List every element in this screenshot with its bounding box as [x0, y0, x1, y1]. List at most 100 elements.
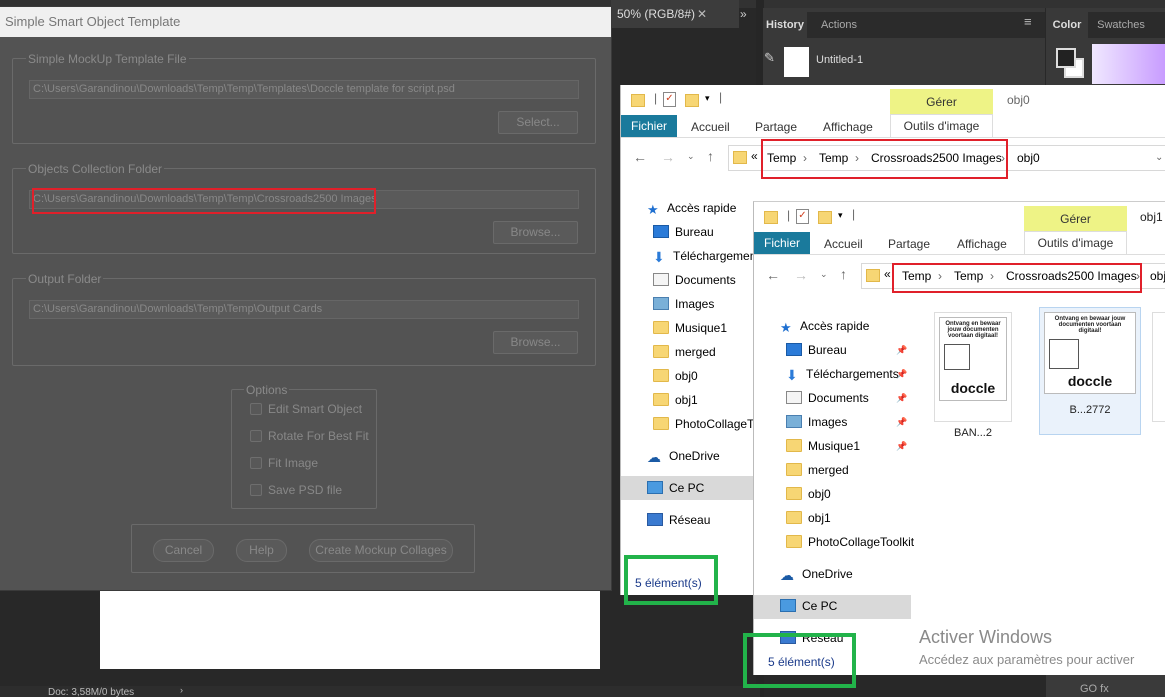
nav-item[interactable]: ☁ OneDrive — [780, 565, 853, 583]
option-edit-smart-object[interactable]: Edit Smart Object — [250, 402, 362, 416]
crumb-obj0[interactable]: obj0 — [1017, 146, 1040, 170]
nav-item[interactable]: ★ Accès rapide — [780, 317, 869, 335]
separator: | — [787, 208, 791, 222]
nav-item[interactable]: merged — [786, 461, 849, 479]
output-path-field[interactable]: C:\Users\Garandinou\Downloads\Temp\Temp\… — [29, 300, 579, 319]
tab-swatches[interactable]: Swatches — [1092, 12, 1150, 38]
separator: | — [654, 91, 658, 105]
nav-item[interactable]: Musique1 — [786, 437, 860, 455]
back-arrow-icon[interactable]: ← — [766, 267, 780, 283]
recent-dropdown-icon[interactable]: ⌄ — [820, 269, 828, 280]
nav-item[interactable]: PhotoCollageToolkit — [786, 533, 914, 551]
chevron-down-icon[interactable]: ⌄ — [1155, 146, 1163, 170]
qat-dropdown-icon[interactable]: ▾ — [705, 93, 710, 104]
forward-arrow-icon[interactable]: → — [794, 267, 808, 283]
collapse-panels-icon[interactable]: » — [740, 0, 756, 28]
new-folder-icon[interactable] — [685, 94, 699, 107]
tab-affichage[interactable]: Affichage — [823, 120, 873, 134]
tab-partage[interactable]: Partage — [755, 120, 797, 134]
back-arrow-icon[interactable]: ← — [633, 149, 647, 165]
tab-actions[interactable]: Actions — [813, 12, 865, 38]
checkbox-icon[interactable] — [250, 457, 262, 469]
document-canvas[interactable] — [100, 589, 600, 669]
cancel-button[interactable]: Cancel — [153, 539, 214, 562]
close-tab-icon[interactable]: ✕ — [697, 0, 707, 28]
nav-item[interactable]: Réseau — [647, 511, 710, 529]
up-arrow-icon[interactable]: ↑ — [707, 148, 714, 164]
nav-item[interactable]: ⬇ Téléchargements — [786, 365, 899, 383]
nav-item[interactable]: obj1 — [653, 391, 698, 409]
nav-item[interactable]: obj1 — [786, 509, 831, 527]
tab-accueil[interactable]: Accueil — [691, 120, 730, 134]
document-tab[interactable]: 50% (RGB/8#) ✕ — [611, 0, 739, 28]
checkbox-icon[interactable] — [250, 403, 262, 415]
nav-item[interactable]: Ce PC — [647, 479, 704, 497]
properties-icon[interactable]: ✓ — [663, 92, 676, 107]
tab-accueil[interactable]: Accueil — [824, 237, 863, 251]
color-spectrum[interactable] — [1092, 44, 1165, 84]
recent-dropdown-icon[interactable]: ⌄ — [687, 151, 695, 162]
document-icon — [786, 391, 802, 404]
output-browse-button[interactable]: Browse... — [493, 331, 578, 354]
pin-icon[interactable]: 📌 — [896, 441, 907, 452]
new-folder-icon[interactable] — [818, 211, 832, 224]
nav-item[interactable]: merged — [653, 343, 716, 361]
checkbox-icon[interactable] — [250, 484, 262, 496]
network-icon — [647, 513, 663, 526]
tab-picture-tools[interactable]: Outils d'image — [890, 114, 993, 137]
foreground-color-swatch[interactable] — [1056, 48, 1076, 68]
file-tab[interactable]: Fichier — [621, 115, 677, 137]
address-prefix[interactable]: « — [751, 144, 758, 168]
thumbnail-item[interactable]: Ontvang en bewaar jouw documenten voorta… — [934, 312, 1012, 439]
nav-item[interactable]: Ce PC — [780, 597, 837, 615]
nav-item-label: Musique1 — [675, 321, 728, 335]
address-prefix[interactable]: « — [884, 262, 891, 286]
nav-item[interactable]: obj0 — [653, 367, 698, 385]
objects-browse-button[interactable]: Browse... — [493, 221, 578, 244]
pin-icon[interactable]: 📌 — [896, 417, 907, 428]
manage-tab[interactable]: Gérer — [1024, 206, 1127, 232]
option-fit-image[interactable]: Fit Image — [250, 456, 318, 470]
manage-tab[interactable]: Gérer — [890, 89, 993, 115]
create-mockup-button[interactable]: Create Mockup Collages — [309, 539, 453, 562]
nav-item[interactable]: ★ Accès rapide — [647, 199, 736, 217]
tab-picture-tools[interactable]: Outils d'image — [1024, 231, 1127, 254]
history-snapshot-thumbnail[interactable] — [784, 47, 809, 77]
thumbnail-item-selected[interactable]: Ontvang en bewaar jouw documenten voorta… — [1039, 307, 1141, 435]
nav-item[interactable]: ⬇ Téléchargements — [653, 247, 766, 265]
history-brush-icon[interactable]: ✎ — [764, 50, 780, 70]
file-tab[interactable]: Fichier — [754, 232, 810, 254]
status-menu-icon[interactable]: › — [180, 685, 183, 695]
qat-dropdown-icon[interactable]: ▾ — [838, 210, 843, 221]
panel-menu-icon[interactable]: ≡ — [1024, 14, 1038, 30]
tab-affichage[interactable]: Affichage — [957, 237, 1007, 251]
crumb-obj1[interactable]: obj — [1150, 264, 1165, 288]
pin-icon[interactable]: 📌 — [896, 369, 907, 380]
pin-icon[interactable]: 📌 — [896, 345, 907, 356]
nav-item[interactable]: Documents — [653, 271, 736, 289]
nav-item[interactable]: Bureau — [786, 341, 847, 359]
tab-history[interactable]: History — [763, 12, 807, 38]
layer-footer-icons[interactable]: GO fx — [1080, 683, 1165, 697]
nav-item[interactable]: ☁ OneDrive — [647, 447, 720, 465]
tab-partage[interactable]: Partage — [888, 237, 930, 251]
checkbox-icon[interactable] — [250, 430, 262, 442]
tab-color[interactable]: Color — [1046, 12, 1088, 38]
help-button[interactable]: Help — [236, 539, 287, 562]
thumbnail-item-partial[interactable] — [1152, 312, 1165, 422]
nav-item[interactable]: Documents — [786, 389, 869, 407]
nav-item[interactable]: Images — [653, 295, 714, 313]
option-rotate-best-fit[interactable]: Rotate For Best Fit — [250, 429, 369, 443]
nav-item[interactable]: Images — [786, 413, 847, 431]
option-save-psd[interactable]: Save PSD file — [250, 483, 342, 497]
nav-item[interactable]: Bureau — [653, 223, 714, 241]
nav-item[interactable]: Musique1 — [653, 319, 727, 337]
template-path-field[interactable]: C:\Users\Garandinou\Downloads\Temp\Temp\… — [29, 80, 579, 99]
properties-icon[interactable]: ✓ — [796, 209, 809, 224]
up-arrow-icon[interactable]: ↑ — [840, 266, 847, 282]
forward-arrow-icon[interactable]: → — [661, 149, 675, 165]
history-state-label[interactable]: Untitled-1 — [816, 54, 863, 66]
select-button[interactable]: Select... — [498, 111, 578, 134]
nav-item[interactable]: obj0 — [786, 485, 831, 503]
pin-icon[interactable]: 📌 — [896, 393, 907, 404]
